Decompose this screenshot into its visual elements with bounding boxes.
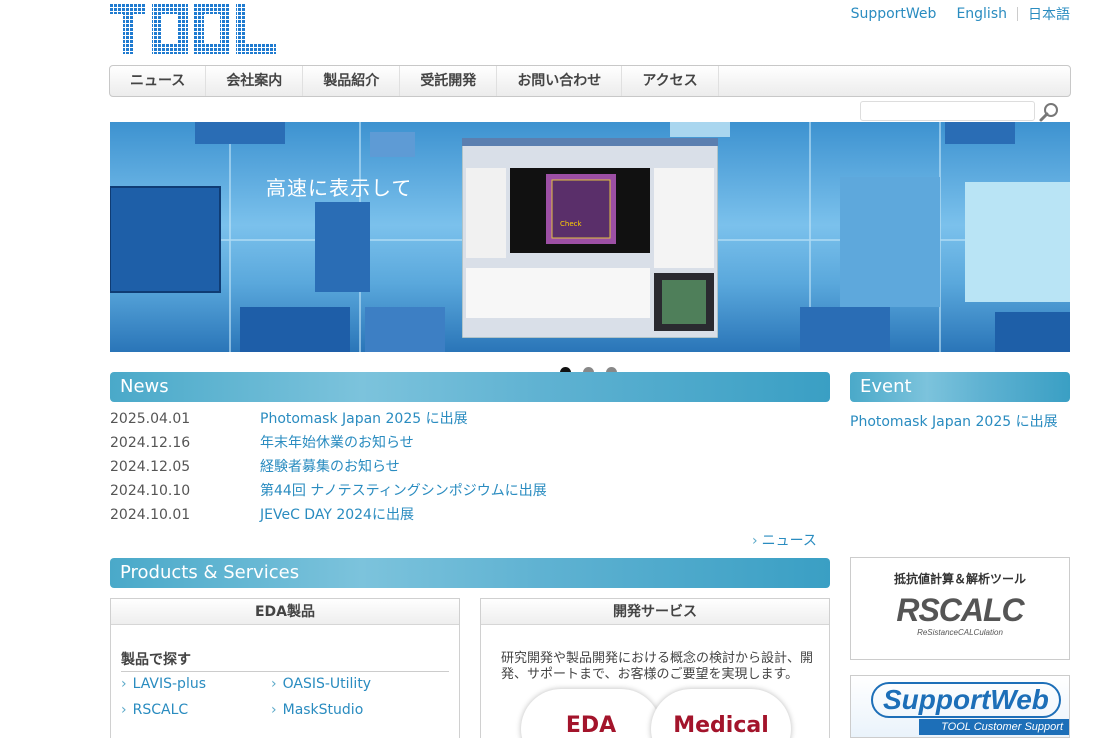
eda-circle-label: EDA (565, 713, 617, 738)
news-item: 2024.10.01 JEVeC DAY 2024に出展 (110, 505, 830, 529)
app-screenshot: Check (462, 138, 718, 338)
rscalc-logo: RSCALC (896, 592, 1024, 628)
news-item: 2025.04.01 Photomask Japan 2025 に出展 (110, 409, 830, 433)
news-date: 2024.12.05 (110, 459, 191, 475)
news-date: 2024.10.01 (110, 507, 191, 523)
event-link[interactable]: Photomask Japan 2025 に出展 (850, 411, 1058, 431)
news-link[interactable]: Photomask Japan 2025 に出展 (260, 409, 468, 433)
news-more-label: ニュース (761, 533, 817, 549)
product-link-rscalc[interactable]: RSCALC (121, 702, 189, 718)
nav-item-company[interactable]: 会社案内 (206, 66, 304, 96)
product-link-oasis-utility[interactable]: OASIS-Utility (271, 676, 371, 692)
medical-circle-label: Medical (673, 713, 769, 738)
dev-box-title: 開発サービス (481, 599, 829, 625)
news-item: 2024.12.05 経験者募集のお知らせ (110, 457, 830, 481)
news-link[interactable]: 経験者募集のお知らせ (260, 457, 400, 481)
nav-item-contract-dev[interactable]: 受託開発 (400, 66, 498, 96)
medical-circle[interactable]: Medical (651, 689, 791, 738)
tool-logo[interactable] (110, 4, 278, 56)
eda-subheader: 製品で探す (121, 649, 449, 672)
news-item: 2024.12.16 年末年始休業のお知らせ (110, 433, 830, 457)
nav-item-contact[interactable]: お問い合わせ (497, 66, 623, 96)
news-link[interactable]: 年末年始休業のお知らせ (260, 433, 414, 457)
news-list: 2025.04.01 Photomask Japan 2025 に出展 2024… (110, 409, 830, 529)
rscalc-subtitle: ReSistanceCALCulation (917, 628, 1003, 637)
supportweb-banner[interactable]: SupportWeb TOOL Customer Support (850, 675, 1070, 738)
app-check-label: Check (560, 220, 582, 228)
rscalc-caption: 抵抗値計算＆解析ツール (893, 572, 1026, 586)
nav-item-products[interactable]: 製品紹介 (303, 66, 401, 96)
news-date: 2025.04.01 (110, 411, 191, 427)
link-supportweb[interactable]: SupportWeb (851, 6, 937, 22)
news-link[interactable]: JEVeC DAY 2024に出展 (260, 505, 414, 529)
hero-banner[interactable]: 高速に表示して Check (110, 122, 1070, 352)
chevron-right-icon: › (752, 533, 758, 549)
product-link-maskstudio[interactable]: MaskStudio (271, 702, 364, 718)
news-header: News (110, 372, 830, 402)
supportweb-subtitle: TOOL Customer Support (919, 719, 1069, 735)
dev-services-box: 開発サービス 研究開発や製品開発における概念の検討から設計、開発、サポートまで、… (480, 598, 830, 738)
rscalc-banner[interactable]: 抵抗値計算＆解析ツール RSCALC ReSistanceCALCulation (850, 557, 1070, 660)
search-icon[interactable] (1038, 101, 1062, 123)
eda-box-title: EDA製品 (111, 599, 459, 625)
nav-item-news[interactable]: ニュース (110, 66, 207, 96)
link-separator (1017, 7, 1018, 21)
product-link-lavis-plus[interactable]: LAVIS-plus (121, 676, 206, 692)
hero-caption: 高速に表示して (266, 176, 413, 200)
link-japanese[interactable]: 日本語 (1028, 4, 1070, 24)
main-nav: ニュース 会社案内 製品紹介 受託開発 お問い合わせ アクセス (109, 65, 1071, 97)
eda-circle[interactable]: EDA (521, 689, 661, 738)
news-date: 2024.12.16 (110, 435, 191, 451)
search-input[interactable] (860, 101, 1035, 121)
dev-description: 研究開発や製品開発における概念の検討から設計、開発、サポートまで、お客様のご要望… (501, 651, 814, 682)
nav-item-access[interactable]: アクセス (622, 66, 719, 96)
news-date: 2024.10.10 (110, 483, 191, 499)
news-more-link[interactable]: › ニュース (752, 530, 817, 550)
top-links: SupportWeb English 日本語 (851, 4, 1070, 24)
eda-products-box: EDA製品 製品で探す LAVIS-plus OASIS-Utility RSC… (110, 598, 460, 738)
supportweb-logo: SupportWeb (871, 682, 1061, 718)
event-header: Event (850, 372, 1070, 402)
link-english[interactable]: English (956, 6, 1007, 22)
news-link[interactable]: 第44回 ナノテスティングシンポジウムに出展 (260, 481, 547, 505)
news-item: 2024.10.10 第44回 ナノテスティングシンポジウムに出展 (110, 481, 830, 505)
products-header: Products & Services (110, 558, 830, 588)
